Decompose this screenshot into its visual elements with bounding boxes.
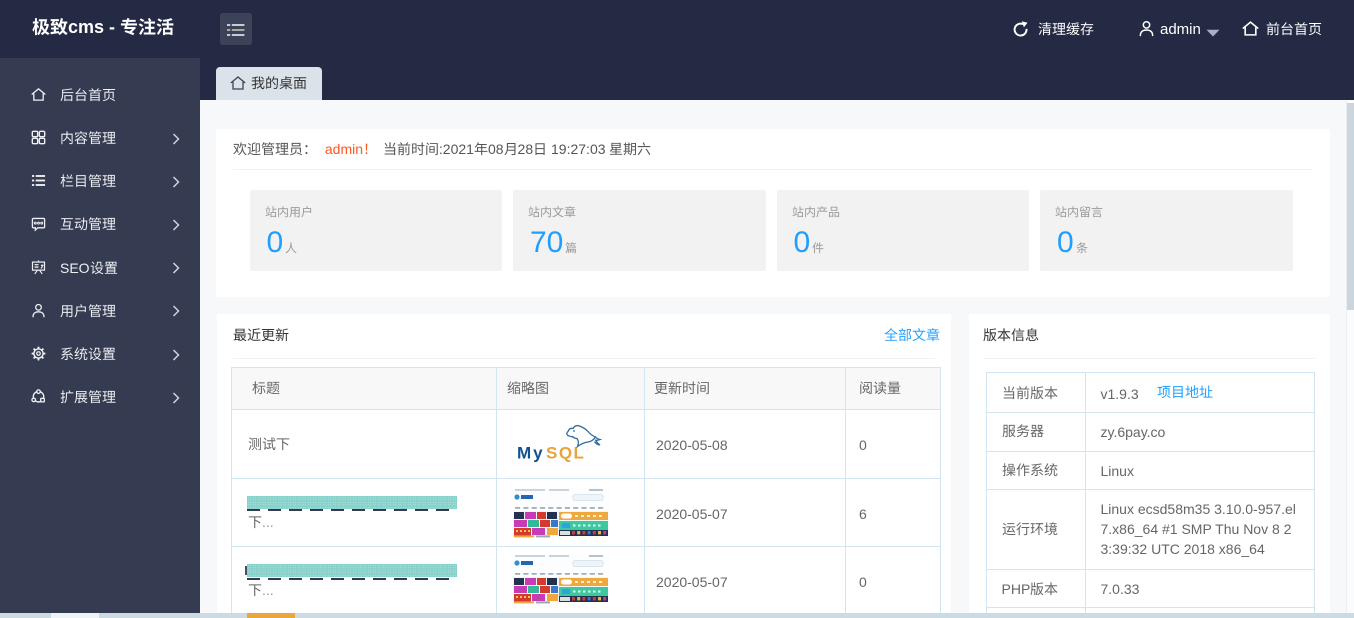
svg-text:SQL: SQL [546,444,585,463]
svg-text:My: My [517,444,545,463]
